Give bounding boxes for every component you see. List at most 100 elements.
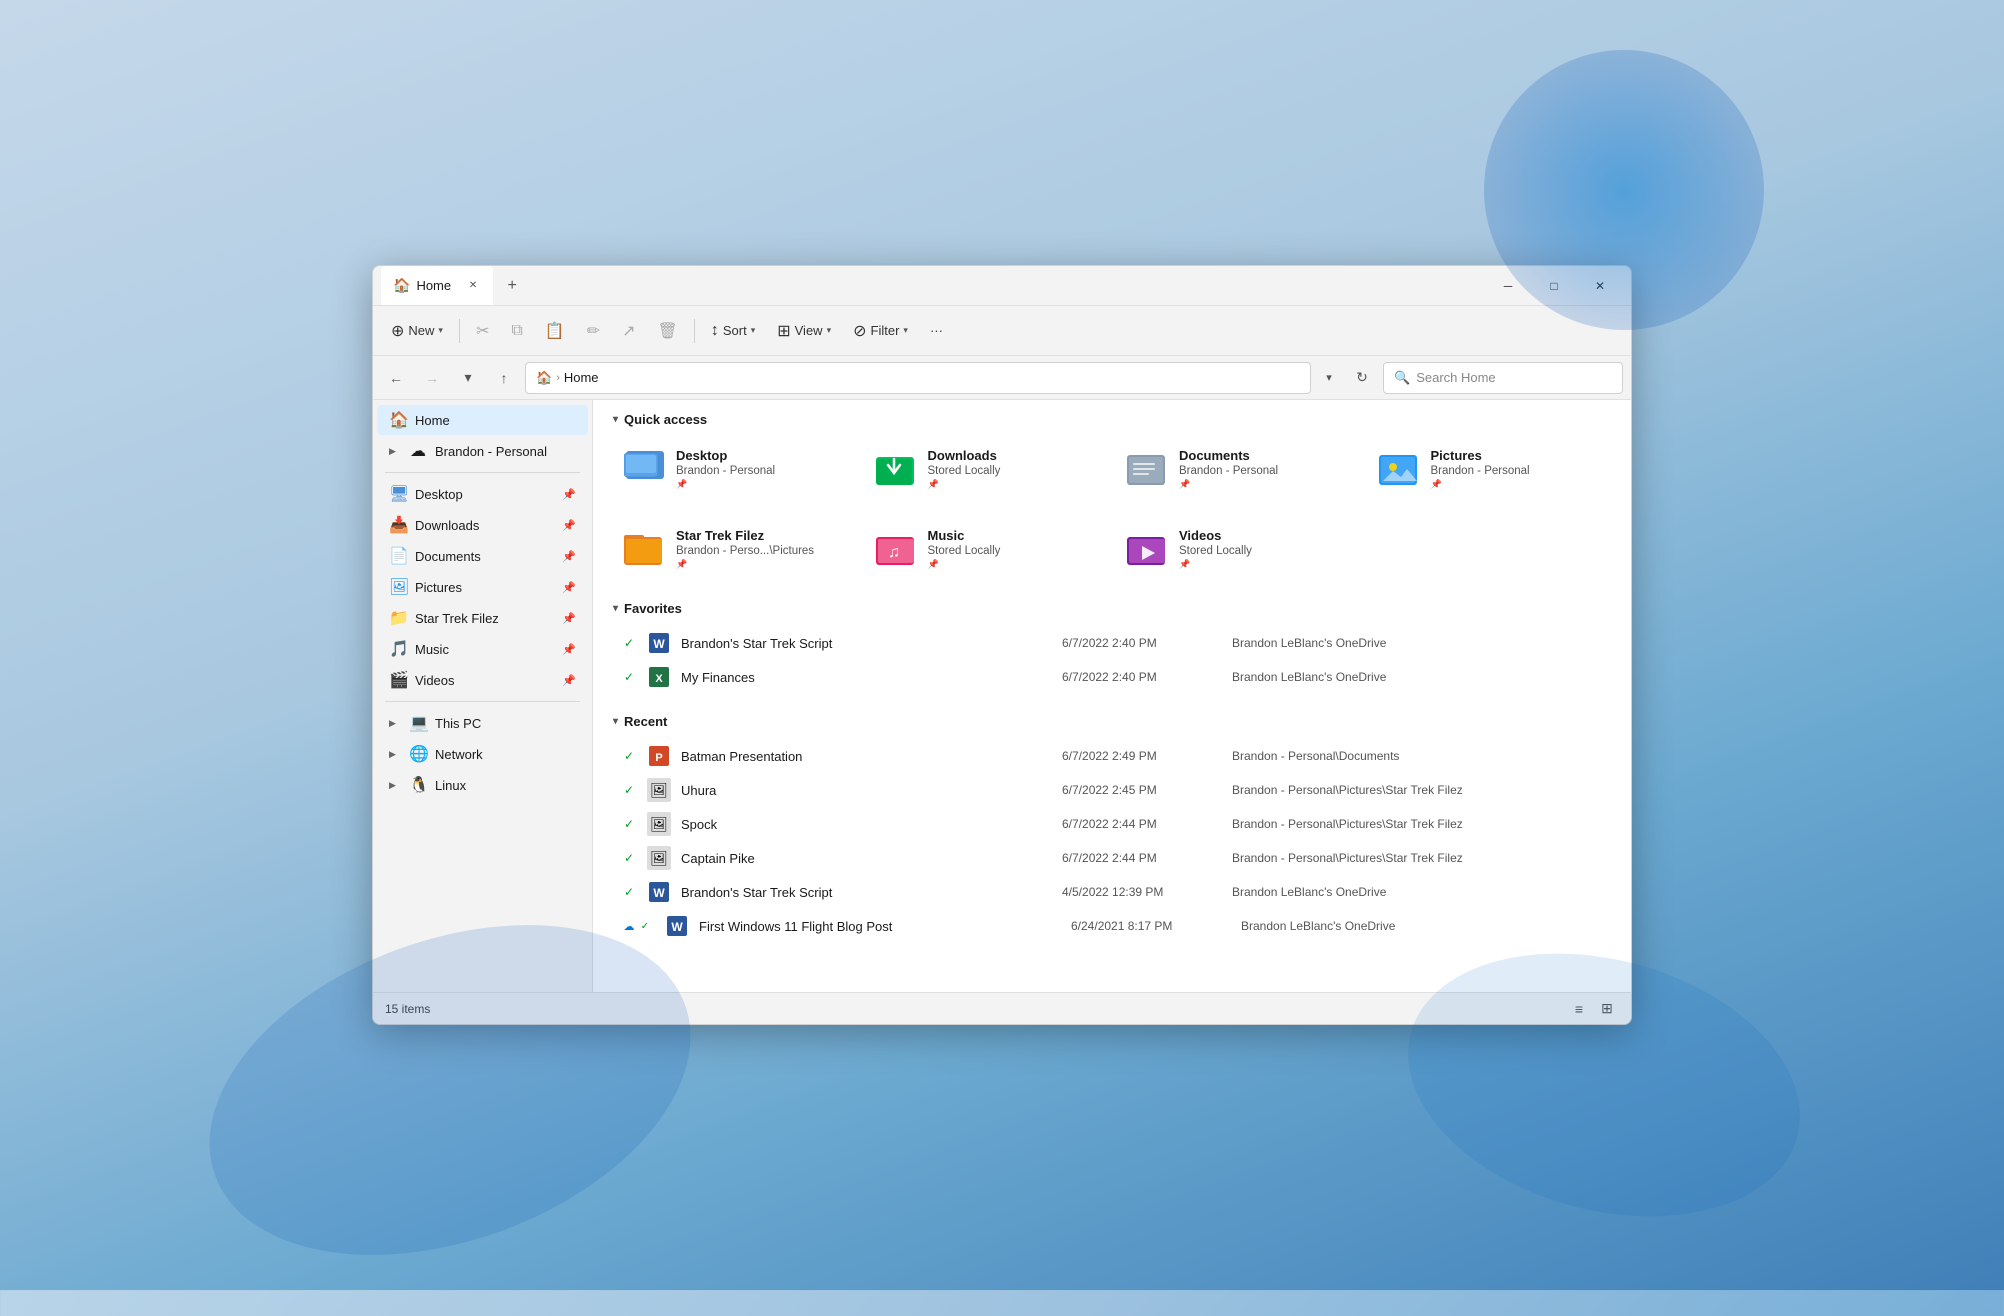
cut-button[interactable]: ✂ <box>466 315 499 347</box>
rename-button[interactable]: ✏ <box>577 315 610 347</box>
qa-music-sub: Stored Locally <box>928 545 1098 557</box>
win11blog-location: Brandon LeBlanc's OneDrive <box>1241 919 1603 933</box>
tab-home-icon: 🏠 <box>393 277 410 294</box>
search-placeholder: Search Home <box>1416 370 1495 385</box>
qa-documents-sub: Brandon - Personal <box>1179 465 1349 477</box>
close-button[interactable]: ✕ <box>1577 270 1623 302</box>
list-item-batman[interactable]: ✓ P Batman Presentation 6/7/2022 2:49 PM… <box>613 739 1611 773</box>
new-button[interactable]: ⊕ New ▾ <box>381 315 453 347</box>
sidebar-item-network[interactable]: ▶ 🌐 Network <box>377 739 588 769</box>
cut-icon: ✂ <box>476 321 489 341</box>
sidebar-desktop-label: Desktop <box>415 487 554 502</box>
up-button[interactable]: ↑ <box>489 363 519 393</box>
search-box[interactable]: 🔍 Search Home <box>1383 362 1623 394</box>
qa-item-downloads[interactable]: Downloads Stored Locally 📌 <box>865 437 1109 501</box>
sidebar-item-brandon[interactable]: ▶ ☁ Brandon - Personal <box>377 436 588 466</box>
address-dropdown-button[interactable]: ▾ <box>1317 366 1341 390</box>
sidebar-item-startrek[interactable]: 📁 Star Trek Filez 📌 <box>377 603 588 633</box>
tab-close-button[interactable]: ✕ <box>465 278 481 294</box>
captainpike-name: Captain Pike <box>681 851 1052 866</box>
breadcrumb-bar[interactable]: 🏠 › Home <box>525 362 1311 394</box>
share-button[interactable]: ↗ <box>612 315 645 347</box>
refresh-button[interactable]: ↻ <box>1347 363 1377 393</box>
qa-videos-icon <box>1127 528 1169 570</box>
more-label: ··· <box>930 323 943 338</box>
brandon-expand-icon: ▶ <box>389 446 401 457</box>
qa-item-startrek[interactable]: Star Trek Filez Brandon - Perso...\Pictu… <box>613 517 857 581</box>
win11blog-status-icon: ✓ <box>637 918 653 934</box>
sidebar-home-label: Home <box>415 413 576 428</box>
spock-name: Spock <box>681 817 1052 832</box>
minimize-button[interactable]: ─ <box>1485 270 1531 302</box>
spock-date: 6/7/2022 2:44 PM <box>1062 817 1222 831</box>
videos-icon: 🎬 <box>389 670 407 690</box>
filter-button[interactable]: ⊘ Filter ▾ <box>843 315 918 347</box>
sidebar-item-linux[interactable]: ▶ 🐧 Linux <box>377 770 588 800</box>
qa-item-desktop[interactable]: Desktop Brandon - Personal 📌 <box>613 437 857 501</box>
recent-header[interactable]: ▾ Recent <box>613 710 1611 733</box>
list-item-myfinances[interactable]: ✓ X My Finances 6/7/2022 2:40 PM Brandon… <box>613 660 1611 694</box>
sort-button[interactable]: ↕ Sort ▾ <box>701 316 765 346</box>
forward-button[interactable]: → <box>417 363 447 393</box>
sidebar-item-home[interactable]: 🏠 Home <box>377 405 588 435</box>
new-chevron: ▾ <box>438 325 443 336</box>
sidebar-videos-label: Videos <box>415 673 554 688</box>
recent-chevron-icon: ▾ <box>613 716 618 727</box>
active-tab[interactable]: 🏠 Home ✕ <box>381 266 493 305</box>
sidebar-item-videos[interactable]: 🎬 Videos 📌 <box>377 665 588 695</box>
list-item-startrek-script[interactable]: ✓ W Brandon's Star Trek Script 6/7/2022 … <box>613 626 1611 660</box>
favorites-label: Favorites <box>624 601 682 616</box>
toolbar-separator-1 <box>459 319 460 343</box>
list-item-win11blog[interactable]: ☁ ✓ W First Windows 11 Flight Blog Post … <box>613 909 1611 943</box>
breadcrumb-home-icon: 🏠 <box>536 370 552 386</box>
sidebar-item-downloads[interactable]: 📥 Downloads 📌 <box>377 510 588 540</box>
startrek-script-date: 6/7/2022 2:40 PM <box>1062 636 1222 650</box>
list-item-uhura[interactable]: ✓ 🖼 Uhura 6/7/2022 2:45 PM Brandon - Per… <box>613 773 1611 807</box>
qa-music-pin: 📌 <box>928 559 1098 570</box>
qa-chevron-icon: ▾ <box>613 414 618 425</box>
delete-icon: 🗑 <box>658 321 678 341</box>
copy-button[interactable]: ⧉ <box>501 316 532 346</box>
paste-icon: 📋 <box>545 321 565 341</box>
uhura-location: Brandon - Personal\Pictures\Star Trek Fi… <box>1232 783 1603 797</box>
startrek-script2-status-icon: ✓ <box>621 884 637 900</box>
myfinances-location: Brandon LeBlanc's OneDrive <box>1232 670 1603 684</box>
sidebar-item-desktop[interactable]: 🖥 Desktop 📌 <box>377 479 588 509</box>
startrek-script-status-icon: ✓ <box>621 635 637 651</box>
paste-button[interactable]: 📋 <box>535 315 575 347</box>
new-tab-button[interactable]: + <box>497 271 527 301</box>
qa-item-pictures[interactable]: Pictures Brandon - Personal 📌 <box>1368 437 1612 501</box>
home-icon: 🏠 <box>389 410 407 430</box>
sidebar-item-thispc[interactable]: ▶ 💻 This PC <box>377 708 588 738</box>
delete-button[interactable]: 🗑 <box>648 315 688 347</box>
list-item-spock[interactable]: ✓ 🖼 Spock 6/7/2022 2:44 PM Brandon - Per… <box>613 807 1611 841</box>
main-content: 🏠 Home ▶ ☁ Brandon - Personal 🖥 Desktop … <box>373 400 1631 992</box>
qa-pictures-icon <box>1379 448 1421 490</box>
sidebar-pictures-label: Pictures <box>415 580 554 595</box>
favorites-header[interactable]: ▾ Favorites <box>613 597 1611 620</box>
list-item-captainpike[interactable]: ✓ 🖼 Captain Pike 6/7/2022 2:44 PM Brando… <box>613 841 1611 875</box>
breadcrumb-separator: › <box>556 372 560 384</box>
favorites-section: ▾ Favorites ✓ W Brandon's Star Trek Scri… <box>613 597 1611 694</box>
sidebar-startrek-label: Star Trek Filez <box>415 611 554 626</box>
startrek-script2-file-icon: W <box>647 880 671 904</box>
sidebar-item-documents[interactable]: 📄 Documents 📌 <box>377 541 588 571</box>
quick-access-header[interactable]: ▾ Quick access <box>613 412 1611 427</box>
list-view-button[interactable]: ≡ <box>1567 997 1591 1021</box>
maximize-button[interactable]: □ <box>1531 270 1577 302</box>
sidebar-item-music[interactable]: 🎵 Music 📌 <box>377 634 588 664</box>
grid-view-button[interactable]: ⊞ <box>1595 997 1619 1021</box>
linux-icon: 🐧 <box>409 775 427 795</box>
back-button[interactable]: ← <box>381 363 411 393</box>
qa-item-documents[interactable]: Documents Brandon - Personal 📌 <box>1116 437 1360 501</box>
view-button[interactable]: ⊞ View ▾ <box>767 315 841 347</box>
qa-startrek-sub: Brandon - Perso...\Pictures <box>676 545 846 557</box>
more-button[interactable]: ··· <box>920 317 953 344</box>
qa-item-music[interactable]: ♫ Music Stored Locally 📌 <box>865 517 1109 581</box>
list-item-startrek-script2[interactable]: ✓ W Brandon's Star Trek Script 4/5/2022 … <box>613 875 1611 909</box>
qa-item-videos[interactable]: Videos Stored Locally 📌 <box>1116 517 1360 581</box>
desktop-icon: 🖥 <box>389 484 407 504</box>
qa-downloads-info: Downloads Stored Locally 📌 <box>928 448 1098 490</box>
sidebar-item-pictures[interactable]: 🖼 Pictures 📌 <box>377 572 588 602</box>
recent-locations-button[interactable]: ▾ <box>453 363 483 393</box>
